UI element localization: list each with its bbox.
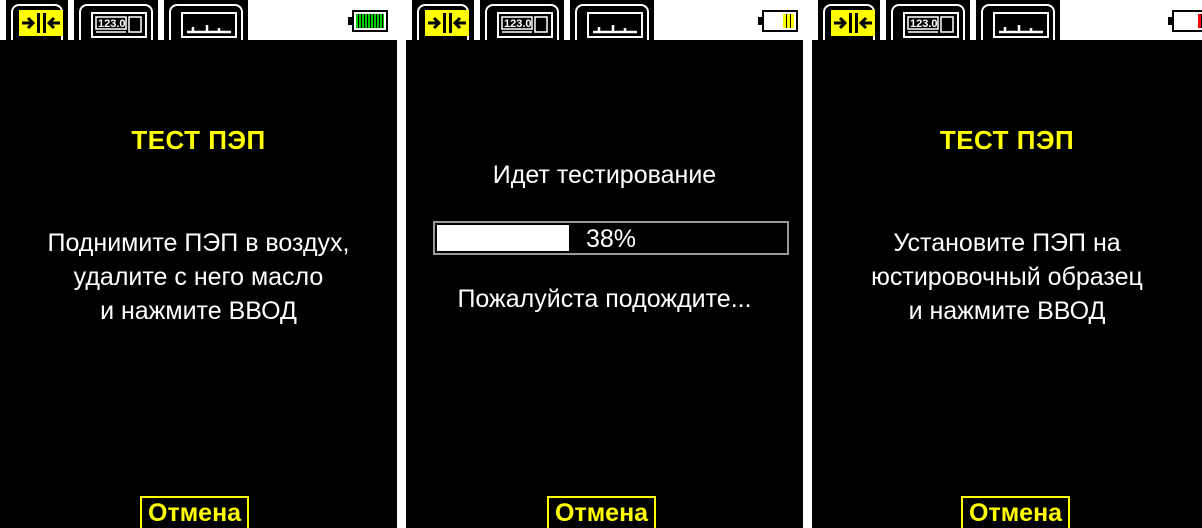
probe-arrows-icon	[425, 10, 469, 36]
instruction-line: удалите с него масло	[73, 263, 324, 291]
graph-icon	[587, 12, 643, 38]
status-text: Идет тестирование	[492, 161, 717, 189]
instruction-line: Установите ПЭП на	[893, 229, 1121, 257]
tab-digital[interactable]: 123.0	[886, 0, 970, 42]
tab-digital[interactable]: 123.0	[480, 0, 564, 42]
instruction-line: и нажмите ВВОД	[908, 297, 1106, 325]
battery-icon	[348, 10, 388, 32]
device-screen-2: 123.0 Идет тестирование 38% Пожалуйста п…	[406, 0, 803, 528]
battery-level	[356, 14, 384, 28]
battery-level	[783, 14, 794, 28]
graph-icon	[993, 12, 1049, 38]
progress-label: 38%	[585, 225, 637, 253]
cancel-button[interactable]: Отмена	[140, 496, 250, 528]
tab-graph[interactable]	[164, 0, 248, 42]
cancel-button[interactable]: Отмена	[961, 496, 1071, 528]
battery-icon	[1168, 10, 1202, 32]
tab-bar: 123.0	[0, 0, 397, 44]
probe-arrows-icon	[19, 10, 63, 36]
battery-icon	[758, 10, 798, 32]
digital-readout-icon: 123.0	[91, 12, 147, 38]
battery-level	[1198, 14, 1202, 28]
instruction-text: Установите ПЭП на юстировочный образец и…	[812, 226, 1202, 328]
instruction-text: Поднимите ПЭП в воздух, удалите с него м…	[0, 226, 397, 328]
svg-text:123.0: 123.0	[504, 18, 532, 30]
screen-title: ТЕСТ ПЭП	[939, 125, 1075, 155]
tab-graph[interactable]	[976, 0, 1060, 42]
svg-text:123.0: 123.0	[98, 18, 126, 30]
svg-text:123.0: 123.0	[910, 18, 938, 30]
screen-title: ТЕСТ ПЭП	[131, 125, 266, 155]
digital-readout-icon: 123.0	[497, 12, 553, 38]
wait-text: Пожалуйста подождите...	[457, 285, 752, 313]
tab-a-scan[interactable]	[818, 0, 880, 42]
instruction-line: Поднимите ПЭП в воздух,	[47, 229, 350, 257]
tab-bar: 123.0	[406, 0, 803, 44]
instruction-line: и нажмите ВВОД	[100, 297, 297, 325]
tab-a-scan[interactable]	[6, 0, 68, 42]
probe-arrows-icon	[831, 10, 875, 36]
device-screen-1: 123.0 ТЕСТ ПЭП Поднимите ПЭП в воздух, у…	[0, 0, 397, 528]
tab-graph[interactable]	[570, 0, 654, 42]
digital-readout-icon: 123.0	[903, 12, 959, 38]
device-screen-3: 123.0 ТЕСТ ПЭП Установите ПЭП на юстиров…	[812, 0, 1202, 528]
tab-digital[interactable]: 123.0	[74, 0, 158, 42]
graph-icon	[181, 12, 237, 38]
progress-bar: 38%	[433, 221, 789, 255]
cancel-button[interactable]: Отмена	[547, 496, 657, 528]
tab-a-scan[interactable]	[412, 0, 474, 42]
tab-bar: 123.0	[812, 0, 1202, 44]
instruction-line: юстировочный образец	[871, 263, 1143, 291]
